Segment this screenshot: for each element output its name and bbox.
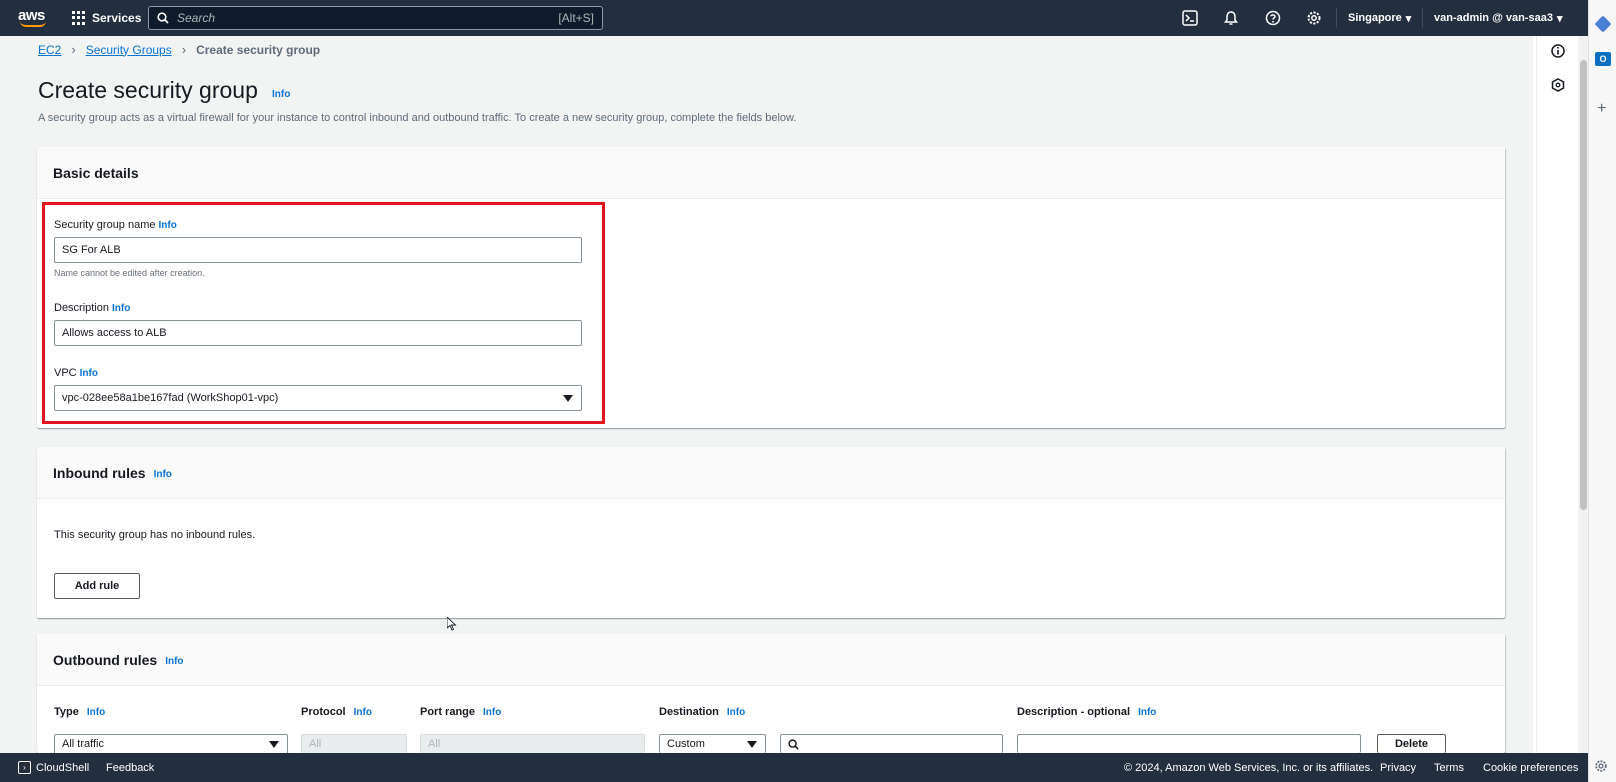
column-port-range-info-link[interactable]: Info: [483, 707, 501, 718]
inbound-rules-header: Inbound rules Info: [37, 447, 1505, 499]
port-range-value: All: [428, 738, 441, 750]
column-type-info-link[interactable]: Info: [87, 707, 105, 718]
hexagon-icon[interactable]: [1551, 78, 1565, 92]
feedback-link[interactable]: Feedback: [106, 753, 154, 782]
column-protocol-label: Protocol: [301, 706, 346, 718]
basic-details-heading: Basic details: [53, 164, 139, 181]
browser-sidebar: O +: [1588, 0, 1616, 782]
search-input[interactable]: Search [Alt+S]: [148, 6, 603, 30]
cloudshell-label: CloudShell: [36, 761, 90, 774]
protocol-input: All: [301, 734, 407, 753]
outbound-rules-heading: Outbound rules: [53, 651, 158, 668]
column-protocol-info-link[interactable]: Info: [354, 707, 372, 718]
type-value: All traffic: [62, 738, 104, 750]
dropdown-arrow-icon: [269, 741, 279, 748]
port-range-input: All: [420, 734, 645, 753]
destination-search-input[interactable]: [780, 734, 1003, 753]
search-icon: [788, 738, 799, 750]
console-footer: › CloudShell Feedback © 2024, Amazon Web…: [0, 753, 1588, 782]
column-description-label: Description - optional: [1017, 706, 1131, 718]
inbound-rules-info-link[interactable]: Info: [154, 469, 172, 480]
region-selector[interactable]: Singapore ▾: [1348, 0, 1411, 36]
scrollbar-thumb[interactable]: [1580, 60, 1587, 510]
page-title: Create security group: [38, 77, 258, 103]
terms-link[interactable]: Terms: [1434, 753, 1464, 782]
page-info-link[interactable]: Info: [272, 89, 290, 100]
account-menu[interactable]: van-admin @ van-saa3 ▾: [1434, 0, 1562, 36]
dropdown-arrow-icon: [747, 741, 757, 748]
type-select[interactable]: All traffic: [54, 734, 288, 753]
column-type-label: Type: [54, 706, 79, 718]
destination-value: Custom: [667, 738, 705, 750]
inbound-empty-text: This security group has no inbound rules…: [54, 529, 256, 541]
page-description: A security group acts as a virtual firew…: [38, 112, 797, 124]
top-navigation: aws Services Search [Alt+S] Singapore ▾ …: [0, 0, 1616, 36]
services-menu-button[interactable]: Services: [72, 0, 141, 36]
services-label: Services: [92, 11, 142, 25]
aws-smile-icon: [20, 21, 46, 27]
column-port-range-label: Port range: [420, 706, 476, 718]
caret-down-icon: ▾: [1405, 12, 1412, 25]
notifications-bell-icon[interactable]: [1223, 10, 1239, 26]
chevron-right-icon: ›: [181, 42, 187, 57]
search-shortcut: [Alt+S]: [558, 11, 594, 25]
cookie-preferences-link[interactable]: Cookie preferences: [1483, 753, 1578, 782]
cloudshell-button[interactable]: › CloudShell: [18, 753, 89, 782]
column-destination-label: Destination: [659, 706, 719, 718]
caret-down-icon: ▾: [1556, 12, 1563, 25]
mouse-cursor-icon: [447, 617, 457, 631]
privacy-link[interactable]: Privacy: [1380, 753, 1416, 782]
search-placeholder: Search: [177, 11, 216, 25]
highlight-box: [42, 202, 605, 424]
breadcrumb: EC2 › Security Groups › Create security …: [38, 42, 320, 57]
inbound-rules-panel: Inbound rules Info: [37, 447, 1505, 618]
settings-gear-icon[interactable]: [1306, 10, 1322, 26]
outbound-rules-info-link[interactable]: Info: [165, 656, 183, 667]
column-header-protocol: Protocol Info: [301, 706, 372, 718]
delete-rule-button[interactable]: Delete: [1377, 734, 1446, 753]
chevron-right-icon: ›: [71, 42, 76, 57]
cloudshell-icon[interactable]: [1182, 10, 1198, 26]
cloudshell-icon: ›: [18, 761, 31, 774]
aws-logo[interactable]: aws: [18, 5, 50, 29]
protocol-value: All: [309, 738, 322, 750]
add-icon[interactable]: +: [1597, 100, 1606, 118]
nav-divider: [1422, 8, 1423, 28]
column-description-info-link[interactable]: Info: [1138, 707, 1156, 718]
column-header-description: Description - optional Info: [1017, 706, 1156, 718]
grid-icon: [72, 11, 86, 25]
column-header-type: Type Info: [54, 706, 105, 718]
inbound-rules-heading: Inbound rules: [53, 464, 146, 481]
destination-select[interactable]: Custom: [659, 734, 766, 753]
rule-description-input[interactable]: [1017, 734, 1361, 753]
tools-rail: [1536, 36, 1578, 753]
settings-gear-icon[interactable]: [1594, 759, 1608, 773]
breadcrumb-current: Create security group: [196, 42, 321, 57]
basic-details-header: Basic details: [37, 147, 1505, 199]
search-icon: [157, 12, 169, 24]
breadcrumb-link-ec2[interactable]: EC2: [38, 43, 61, 57]
region-label: Singapore: [1348, 12, 1402, 24]
outbound-rules-header: Outbound rules Info: [37, 634, 1505, 686]
account-label: van-admin @ van-saa3: [1434, 12, 1553, 24]
breadcrumb-link-security-groups[interactable]: Security Groups: [86, 43, 172, 57]
info-circle-icon[interactable]: [1551, 44, 1565, 58]
add-rule-button[interactable]: Add rule: [54, 573, 140, 599]
column-header-port-range: Port range Info: [420, 706, 501, 718]
column-destination-info-link[interactable]: Info: [727, 707, 745, 718]
outlook-icon[interactable]: O: [1595, 52, 1611, 66]
copyright-text: © 2024, Amazon Web Services, Inc. or its…: [1124, 761, 1374, 774]
column-header-destination: Destination Info: [659, 706, 745, 718]
help-icon[interactable]: [1265, 10, 1281, 26]
nav-divider: [1336, 8, 1337, 28]
bookmark-icon[interactable]: [1594, 15, 1612, 33]
